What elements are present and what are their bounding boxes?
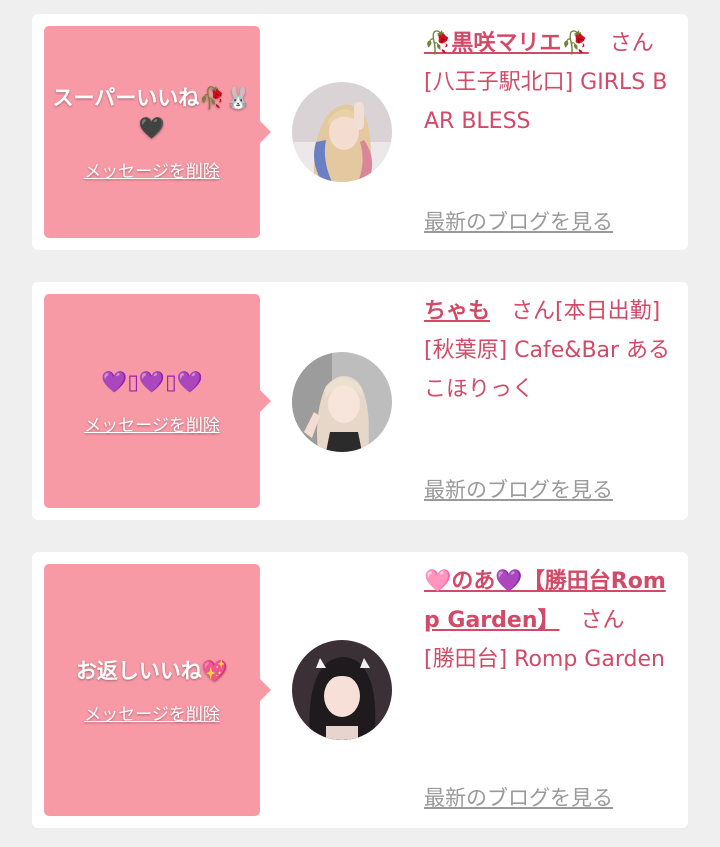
delete-message-link[interactable]: メッセージを削除 <box>84 700 220 725</box>
avatar[interactable] <box>292 640 392 740</box>
cast-info: 🩷のあ💜【勝田台Romp Garden】 さん [勝田台] Romp Garde… <box>424 562 672 679</box>
shop-label: [秋葉原] Cafe&Bar あるこほりっく <box>424 338 671 402</box>
message-bubble: スーパーいいね🥀🐰🖤 メッセージを削除 <box>44 26 271 238</box>
delete-message-link[interactable]: メッセージを削除 <box>84 411 220 436</box>
like-card: お返しいいね💖 メッセージを削除 🩷のあ💜【勝田台Romp Garden】 さん… <box>32 552 688 828</box>
latest-blog-link[interactable]: 最新のブログを見る <box>424 782 613 812</box>
cast-name-link[interactable]: ちゃも <box>424 299 490 324</box>
message-text: 💜▯💜▯💜 <box>101 369 203 394</box>
latest-blog-link[interactable]: 最新のブログを見る <box>424 474 613 504</box>
cast-name-link[interactable]: 🥀黒咲マリエ🥀 <box>424 31 589 56</box>
cast-info: ちゃも さん[本日出勤] [秋葉原] Cafe&Bar あるこほりっく <box>424 292 672 409</box>
message-text: お返しいいね💖 <box>75 658 229 683</box>
honorific: さん <box>580 608 625 633</box>
delete-message-link[interactable]: メッセージを削除 <box>84 157 220 182</box>
like-card: 💜▯💜▯💜 メッセージを削除 ちゃも さん[本日出勤] [秋葉原] Cafe&B… <box>32 282 688 520</box>
cast-name-link[interactable]: 🩷のあ💜【勝田台Romp Garden】 <box>424 569 666 633</box>
shop-label: [勝田台] Romp Garden <box>424 647 665 672</box>
cast-info: 🥀黒咲マリエ🥀 さん [八王子駅北口] GIRLS BAR BLESS <box>424 24 672 141</box>
latest-blog-link[interactable]: 最新のブログを見る <box>424 206 613 236</box>
message-bubble: お返しいいね💖 メッセージを削除 <box>44 564 271 816</box>
honorific: さん[本日出勤] <box>511 299 661 324</box>
like-card: スーパーいいね🥀🐰🖤 メッセージを削除 🥀黒咲マリエ🥀 さん [八王子駅北口] … <box>32 14 688 250</box>
avatar[interactable] <box>292 352 392 452</box>
message-text: スーパーいいね🥀🐰🖤 <box>52 85 252 140</box>
avatar[interactable] <box>292 82 392 182</box>
honorific: さん <box>609 31 654 56</box>
shop-label: [八王子駅北口] GIRLS BAR BLESS <box>424 70 668 134</box>
message-bubble: 💜▯💜▯💜 メッセージを削除 <box>44 294 271 508</box>
